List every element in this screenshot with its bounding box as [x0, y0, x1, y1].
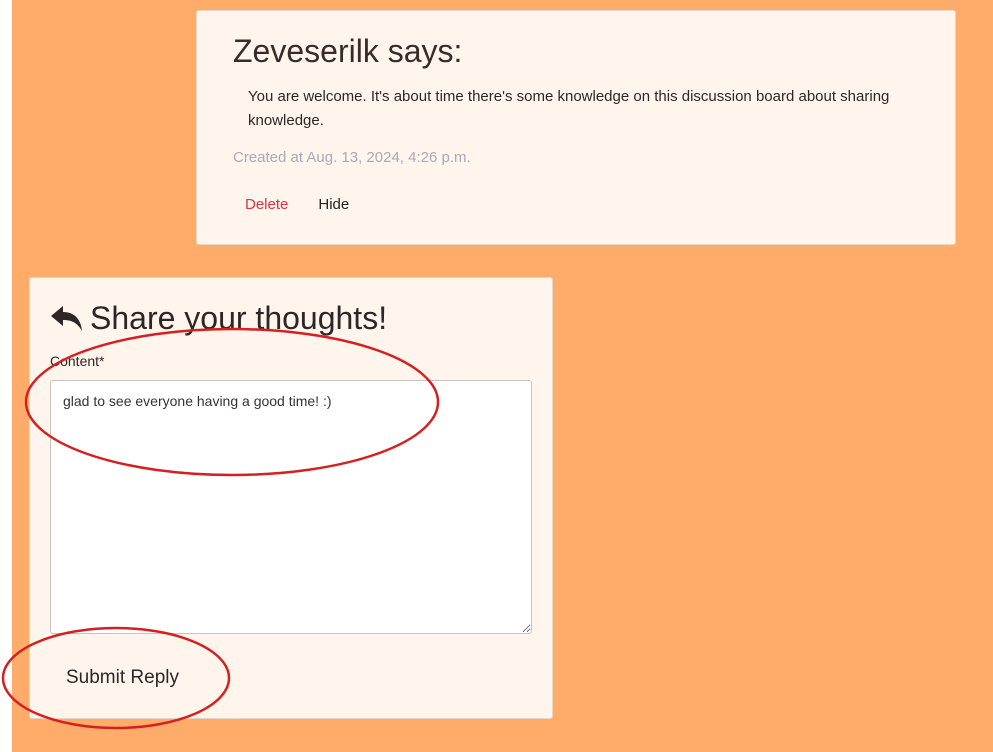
comment-actions: Delete Hide — [233, 196, 361, 213]
comment-body: You are welcome. It's about time there's… — [248, 88, 890, 129]
reply-arrow-icon — [51, 305, 82, 331]
comment-author-heading: Zeveserilk says: — [233, 33, 463, 69]
reply-heading-text: Share your thoughts! — [90, 300, 388, 336]
reply-form-card: Share your thoughts! Content* glad to se… — [29, 277, 553, 719]
submit-reply-button[interactable]: Submit Reply — [56, 663, 189, 693]
comment-timestamp: Created at Aug. 13, 2024, 4:26 p.m. — [233, 149, 471, 166]
content-label: Content* — [50, 353, 105, 369]
hide-button[interactable]: Hide — [306, 196, 361, 213]
content-textarea[interactable]: glad to see everyone having a good time!… — [50, 380, 532, 634]
delete-button[interactable]: Delete — [233, 196, 300, 213]
reply-heading: Share your thoughts! — [50, 300, 387, 337]
comment-card: Zeveserilk says: You are welcome. It's a… — [196, 10, 956, 245]
